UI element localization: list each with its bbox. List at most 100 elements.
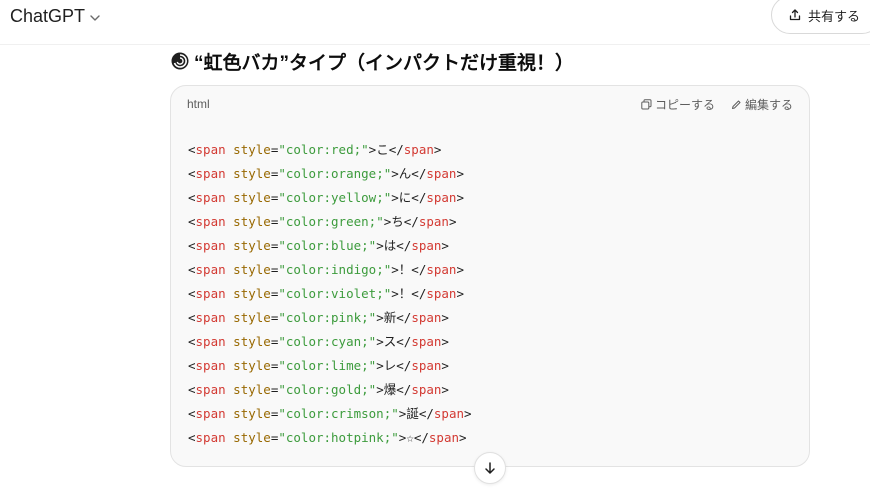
code-token: "color: — [278, 430, 332, 445]
code-token: span — [426, 286, 457, 301]
code-style-value: blue — [331, 238, 362, 253]
copy-code-button[interactable]: コピーする — [641, 96, 715, 113]
arrow-down-icon — [485, 462, 495, 474]
code-actions: コピーする 編集する — [641, 96, 793, 113]
code-token: ;" — [361, 334, 377, 349]
code-token: ;" — [376, 262, 392, 277]
code-line: <span style="color:yellow;">に</span> — [188, 186, 472, 210]
code-token: span — [195, 382, 226, 397]
code-token: </ — [396, 358, 412, 373]
code-block-header: html コピーする 編集する — [171, 86, 809, 122]
code-token: span — [411, 238, 442, 253]
chevron-down-icon — [90, 14, 100, 21]
code-token: </ — [418, 406, 434, 421]
code-token: span — [411, 382, 442, 397]
code-token: > — [391, 166, 399, 181]
code-token: ;" — [368, 214, 384, 229]
code-token: span — [195, 214, 226, 229]
code-token: </ — [396, 334, 412, 349]
code-token: </ — [403, 214, 419, 229]
code-token: </ — [396, 310, 412, 325]
code-token: < — [188, 262, 196, 277]
code-token: > — [441, 334, 449, 349]
code-token: > — [391, 286, 399, 301]
code-text-char: こ — [376, 142, 389, 157]
code-token: </ — [411, 166, 427, 181]
code-style-value: orange — [331, 166, 377, 181]
code-token: span — [426, 190, 457, 205]
code-token: span — [411, 334, 442, 349]
code-token: < — [188, 430, 196, 445]
code-token: ;" — [376, 166, 392, 181]
code-token: < — [188, 382, 196, 397]
share-button[interactable]: 共有する — [771, 0, 870, 34]
code-line: <span style="color:orange;">ん</span> — [188, 162, 472, 186]
code-text-char: 誕 — [406, 406, 419, 421]
model-selector[interactable]: ChatGPT — [10, 4, 101, 28]
share-icon — [789, 9, 801, 21]
code-token: "color: — [278, 190, 332, 205]
code-token: ;" — [361, 358, 377, 373]
code-text-char: ス — [383, 334, 397, 349]
edit-code-button[interactable]: 編集する — [731, 96, 793, 113]
code-style-value: violet — [331, 286, 377, 301]
code-token: > — [376, 382, 384, 397]
top-bar: ChatGPT 共有する — [0, 0, 870, 45]
code-text-char: 爆 — [383, 382, 397, 397]
heading-text: “虹色バカ”タイプ（インパクトだけ重視！） — [194, 52, 575, 74]
code-token: ;" — [376, 190, 392, 205]
code-token: style — [233, 238, 271, 253]
code-token: "color: — [278, 262, 332, 277]
section-heading: “虹色バカ”タイプ（インパクトだけ重視！） — [170, 48, 574, 74]
code-style-value: gold — [331, 382, 362, 397]
code-token: span — [426, 166, 457, 181]
code-token: "color: — [278, 310, 332, 325]
code-token: < — [188, 166, 196, 181]
code-token: span — [195, 142, 226, 157]
code-token: span — [428, 430, 460, 445]
code-token: ;" — [376, 286, 392, 301]
code-token: > — [448, 214, 457, 229]
code-token: > — [464, 406, 472, 421]
code-token: span — [195, 262, 226, 277]
scroll-down-button[interactable] — [474, 452, 506, 484]
code-style-value: hotpink — [331, 430, 384, 445]
code-style-value: cyan — [331, 334, 362, 349]
code-token: "color: — [278, 358, 332, 373]
code-token: > — [441, 310, 449, 325]
share-label: 共有する — [808, 8, 861, 24]
code-token: > — [441, 358, 449, 373]
code-token: span — [195, 406, 226, 421]
copy-icon — [641, 99, 652, 110]
code-token: style — [233, 334, 271, 349]
code-token: > — [376, 334, 384, 349]
code-token: > — [456, 166, 464, 181]
code-text-char: 新 — [383, 310, 397, 325]
code-token: < — [188, 238, 196, 253]
code-style-value: pink — [331, 310, 362, 325]
code-token: "color: — [278, 286, 332, 301]
code-line: <span style="color:crimson;">誕</span> — [188, 402, 472, 426]
code-token: > — [456, 286, 464, 301]
code-token: > — [391, 190, 399, 205]
code-token: > — [391, 262, 399, 277]
code-token: span — [411, 310, 442, 325]
code-token: < — [188, 406, 196, 421]
code-token: "color: — [278, 406, 332, 421]
code-token: ;" — [383, 430, 399, 445]
code-token: "color: — [278, 382, 332, 397]
code-token: style — [233, 190, 271, 205]
code-token: style — [233, 430, 271, 445]
code-token: style — [233, 142, 271, 157]
code-token: </ — [411, 190, 427, 205]
code-token: > — [441, 382, 449, 397]
code-text-char: ち — [391, 214, 404, 229]
code-line: <span style="color:red;">こ</span> — [188, 138, 472, 162]
code-style-value: green — [331, 214, 369, 229]
code-token: < — [188, 190, 196, 205]
code-token: < — [188, 310, 196, 325]
code-token: "color: — [278, 238, 332, 253]
code-token: span — [195, 286, 226, 301]
code-token: span — [195, 190, 226, 205]
code-line: <span style="color:violet;">！</span> — [188, 282, 472, 306]
